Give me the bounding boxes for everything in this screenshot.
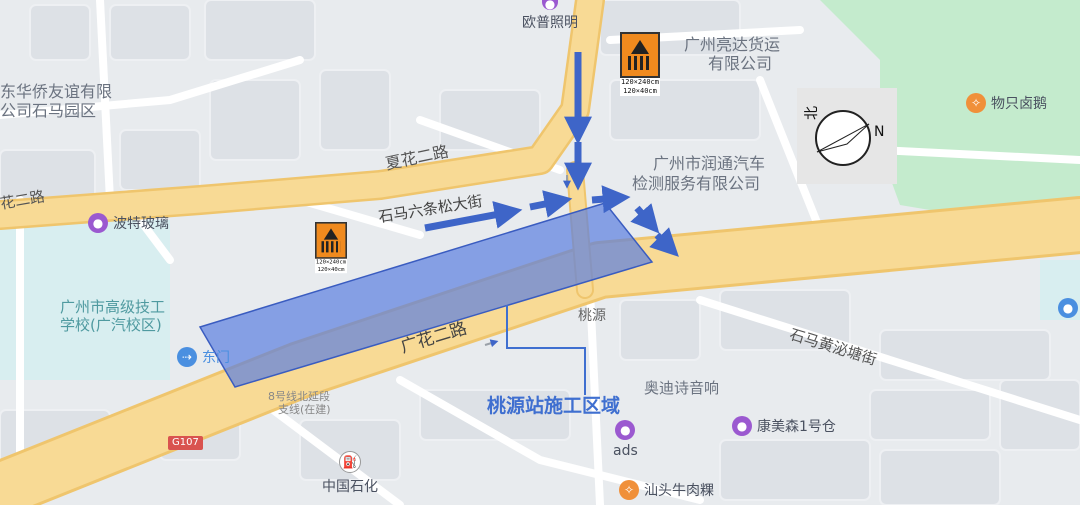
poi-label: 东门 <box>202 350 230 366</box>
shop-pin-icon: ● <box>542 0 558 11</box>
traffic-sign-west: 120×240cm 120×40cm <box>315 222 347 274</box>
arrow-east-3 <box>591 185 631 214</box>
area-label-aodi: 奥迪诗音响 <box>644 379 720 397</box>
poi-label: 汕头牛肉粿 <box>644 483 714 499</box>
shop-pin-icon: ● <box>88 213 108 233</box>
area-label-huaqiao-2: 公司石马园区 <box>0 101 97 120</box>
gate-pin-icon: ⇢ <box>177 347 197 367</box>
area-label-school-2: 学校(广汽校区) <box>60 316 162 334</box>
poi-sinopec[interactable]: ⛽ 中国石化 <box>322 451 378 496</box>
poi-label: 欧普照明 <box>522 15 578 31</box>
shop-pin-icon: ● <box>732 416 752 436</box>
poi-wuzhi[interactable]: ✧ 物只卤鹅 <box>966 93 1047 113</box>
construction-zone-label: 桃源站施工区域 <box>487 395 621 417</box>
food-pin-icon: ✧ <box>619 480 639 500</box>
area-label-metro-1: 8号线北延段 <box>268 390 330 403</box>
fuel-pin-icon: ⛽ <box>339 451 361 473</box>
compass-north-char: 北 <box>804 106 820 120</box>
food-pin-icon: ✧ <box>966 93 986 113</box>
poi-dongmen[interactable]: ⇢ 东门 <box>177 347 230 367</box>
poi-oupu[interactable]: ● 欧普照明 <box>522 0 578 32</box>
area-label-metro-2: 支线(在建) <box>278 403 331 416</box>
poi-bote[interactable]: ● 波特玻璃 <box>88 213 169 233</box>
construction-sign-icon <box>315 222 347 259</box>
area-label-liangda-2: 有限公司 <box>708 54 773 73</box>
poi-label: 波特玻璃 <box>113 216 169 232</box>
sign-dimension: 120×240cm <box>315 258 347 266</box>
area-label-school-1: 广州市高级技工 <box>60 298 166 316</box>
poi-label: 物只卤鹅 <box>991 96 1047 112</box>
poi-label: 中国石化 <box>322 479 378 495</box>
construction-sign-icon <box>620 32 660 78</box>
compass-n-letter: N <box>874 124 885 140</box>
poi-ads[interactable]: ● ads <box>613 420 638 459</box>
road-label-taoyuan: 桃源 <box>578 308 606 324</box>
compass-rose: 北 N <box>797 88 897 184</box>
poi-kangmei[interactable]: ● 康美森1号仓 <box>732 416 836 436</box>
sign-dimension: 120×40cm <box>620 87 660 96</box>
sign-dimension: 120×240cm <box>620 78 660 87</box>
area-label-runtong-2: 检测服务有限公司 <box>632 174 761 193</box>
map-canvas[interactable]: 夏花二路 广花二路 石马六条松大街 石马黄泌塘街 花二路 桃源 广州亮达货运 有… <box>0 0 1080 505</box>
shop-pin-icon: ● <box>615 420 636 440</box>
poi-shantou[interactable]: ✧ 汕头牛肉粿 <box>619 480 714 500</box>
poi-label: 康美森1号仓 <box>757 419 836 435</box>
g107-shield: G107 <box>168 436 203 450</box>
poi-label: ads <box>613 443 638 459</box>
area-label-huaqiao-1: 东华侨友谊有限 <box>0 82 113 101</box>
poi-car-right[interactable]: ● <box>1058 298 1078 318</box>
area-label-runtong-1: 广州市润通汽车 <box>653 154 766 173</box>
car-pin-icon: ● <box>1058 298 1078 318</box>
area-label-liangda-1: 广州亮达货运 <box>684 35 781 54</box>
sign-dimension: 120×40cm <box>315 266 347 274</box>
traffic-sign-north: 120×240cm 120×40cm <box>620 32 660 96</box>
map-base <box>0 0 1080 505</box>
